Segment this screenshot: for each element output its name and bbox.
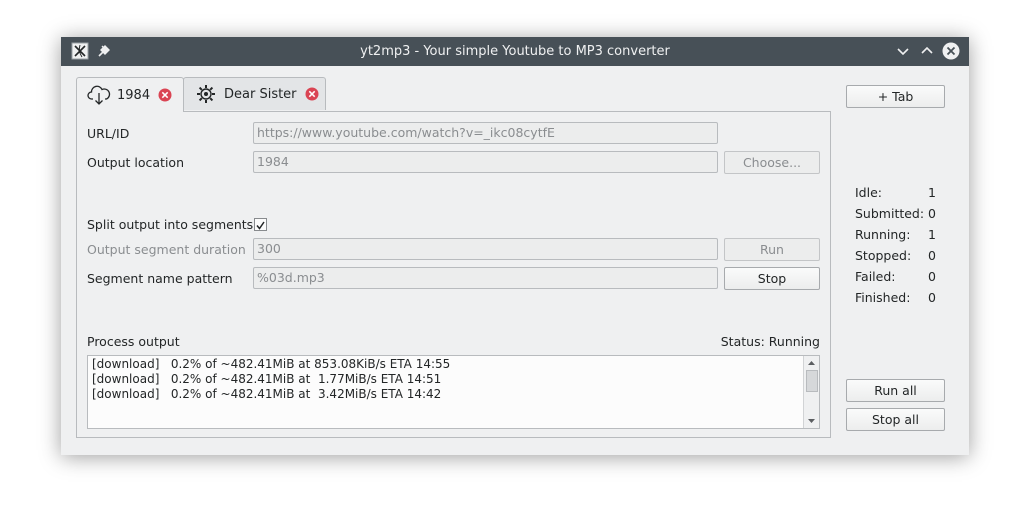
maximize-button[interactable] [918,42,936,60]
stat-value: 1 [928,227,936,242]
segment-duration-label: Output segment duration [87,242,246,257]
stat-value: 0 [928,290,936,305]
split-label: Split output into segments [87,217,254,232]
tab-close-icon[interactable] [305,87,319,101]
main-window: yt2mp3 - Your simple Youtube to MP3 conv… [61,37,969,455]
stat-value: 1 [928,185,936,200]
stat-label: Running: [855,227,911,242]
tab-label: Dear Sister [224,86,297,102]
output-line: [download] 0.2% of ~482.41MiB at 3.42MiB… [92,387,442,401]
close-window-button[interactable] [942,42,960,60]
scroll-up-icon[interactable] [804,356,819,370]
stat-label: Idle: [855,185,882,200]
window-title: yt2mp3 - Your simple Youtube to MP3 conv… [360,44,670,59]
output-location-label: Output location [87,155,184,170]
process-output-text[interactable]: [download] 0.2% of ~482.41MiB at 853.08K… [87,355,820,429]
process-output-label: Process output [87,334,180,349]
stat-value: 0 [928,206,936,221]
segment-duration-input[interactable]: 300 [253,238,718,260]
output-line: [download] 0.2% of ~482.41MiB at 1.77MiB… [92,372,442,386]
tab-1984[interactable]: 1984 [76,77,184,112]
choose-button[interactable]: Choose... [724,151,820,174]
run-all-button[interactable]: Run all [846,379,945,402]
cloud-download-icon [87,84,111,106]
stat-label: Finished: [855,290,911,305]
status-text: Status: Running [720,334,820,349]
stat-value: 0 [928,269,936,284]
minimize-button[interactable] [894,42,912,60]
close-icon [942,42,960,60]
pattern-label: Segment name pattern [87,271,233,286]
scroll-down-icon[interactable] [804,414,819,428]
output-scrollbar[interactable] [803,356,819,428]
output-location-input[interactable]: 1984 [253,151,718,173]
stat-label: Submitted: [855,206,925,221]
url-label: URL/ID [87,126,130,141]
stat-value: 0 [928,248,936,263]
checkmark-icon [256,221,265,230]
title-bar[interactable]: yt2mp3 - Your simple Youtube to MP3 conv… [61,37,969,66]
chevron-down-icon [897,48,909,56]
output-line: [download] 0.2% of ~482.41MiB at 853.08K… [92,357,451,371]
chevron-up-icon [921,46,933,54]
tab-close-icon[interactable] [158,88,172,102]
stat-label: Stopped: [855,248,912,263]
tab-label: 1984 [117,87,151,103]
split-checkbox[interactable] [254,218,267,231]
run-button[interactable]: Run [724,238,820,261]
scrollbar-thumb[interactable] [806,370,818,392]
pattern-input[interactable]: %03d.mp3 [253,267,718,289]
stop-button[interactable]: Stop [724,267,820,290]
add-tab-button[interactable]: + Tab [846,85,945,108]
stat-label: Failed: [855,269,896,284]
gear-icon [194,83,218,105]
url-input[interactable]: https://www.youtube.com/watch?v=_ikc08cy… [253,122,718,144]
tab-panel: URL/ID https://www.youtube.com/watch?v=_… [76,111,831,438]
stop-all-button[interactable]: Stop all [846,408,945,431]
tab-dear-sister[interactable]: Dear Sister [183,77,326,110]
